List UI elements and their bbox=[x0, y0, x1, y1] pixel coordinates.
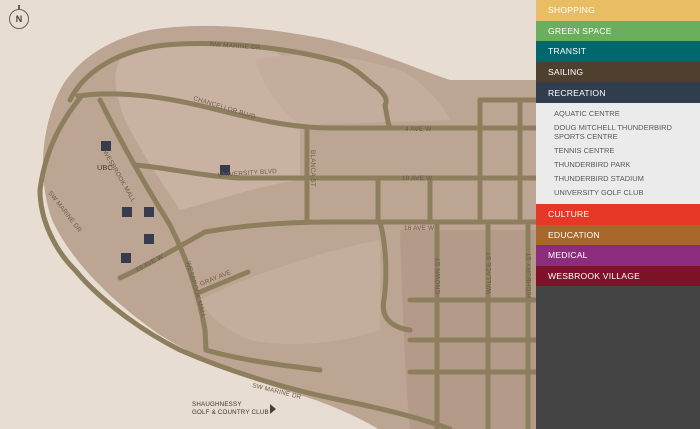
marker-thunderbird-stadium bbox=[144, 234, 154, 244]
golf-label-line1: SHAUGHNESSY bbox=[192, 401, 242, 408]
category-recreation[interactable]: RECREATION bbox=[536, 82, 700, 103]
label-10-ave-w: 10 AVE W bbox=[402, 175, 433, 182]
category-shopping[interactable]: SHOPPING bbox=[536, 0, 700, 21]
recreation-item-aquatic-centre[interactable]: AQUATIC CENTRE bbox=[536, 109, 700, 118]
category-transit[interactable]: TRANSIT bbox=[536, 41, 700, 62]
marker-university-golf-club bbox=[121, 253, 131, 263]
recreation-item-tennis-centre[interactable]: TENNIS CENTRE bbox=[536, 146, 700, 155]
golf-label-line2: GOLF & COUNTRY CLUB bbox=[192, 409, 269, 416]
category-culture[interactable]: CULTURE bbox=[536, 203, 700, 225]
map[interactable]: NW MARINE DR CHANCELLOR BLVD 4 AVE W UNI… bbox=[0, 0, 536, 429]
category-education[interactable]: EDUCATION bbox=[536, 224, 700, 246]
road-wesbrook-mall-south bbox=[202, 327, 209, 353]
label-blanca-st: BLANCA ST bbox=[309, 150, 316, 187]
recreation-item-sports-centre[interactable]: DOUG MITCHELL THUNDERBIRD SPORTS CENTRE bbox=[536, 123, 700, 141]
compass-tick bbox=[18, 5, 20, 10]
land-area-southeast bbox=[400, 230, 536, 429]
golf-club-label[interactable]: SHAUGHNESSY GOLF & COUNTRY CLUB bbox=[192, 401, 269, 417]
marker-tennis-centre bbox=[122, 207, 132, 217]
label-highbury-st: HIGHBURY ST bbox=[526, 252, 533, 298]
category-sailing[interactable]: SAILING bbox=[536, 61, 700, 83]
label-16-ave-w: 16 AVE W bbox=[404, 225, 435, 232]
category-wesbrook-village[interactable]: WESBROOK VILLAGE bbox=[536, 265, 700, 287]
compass-label: N bbox=[15, 14, 23, 24]
label-4-ave-w: 4 AVE W bbox=[405, 126, 432, 133]
label-crown-st: CROWN ST bbox=[435, 258, 442, 294]
category-medical[interactable]: MEDICAL bbox=[536, 245, 700, 266]
map-canvas[interactable]: NW MARINE DR CHANCELLOR BLVD 4 AVE W UNI… bbox=[0, 0, 536, 429]
recreation-item-thunderbird-park[interactable]: THUNDERBIRD PARK bbox=[536, 160, 700, 169]
north-compass: N bbox=[9, 5, 29, 29]
label-wallace-st: WALLACE ST bbox=[486, 252, 493, 294]
category-legend: SHOPPING GREEN SPACE TRANSIT SAILING REC… bbox=[536, 0, 700, 429]
recreation-sublist: AQUATIC CENTRE DOUG MITCHELL THUNDERBIRD… bbox=[536, 102, 700, 204]
recreation-item-thunderbird-stadium[interactable]: THUNDERBIRD STADIUM bbox=[536, 174, 700, 183]
label-ubc: UBC bbox=[97, 163, 113, 172]
category-green-space[interactable]: GREEN SPACE bbox=[536, 20, 700, 42]
marker-thunderbird-park bbox=[144, 207, 154, 217]
road-4-ave-w bbox=[385, 119, 393, 131]
recreation-item-university-golf-club[interactable]: UNIVERSITY GOLF CLUB bbox=[536, 188, 700, 197]
golf-arrow-icon[interactable] bbox=[270, 404, 276, 414]
